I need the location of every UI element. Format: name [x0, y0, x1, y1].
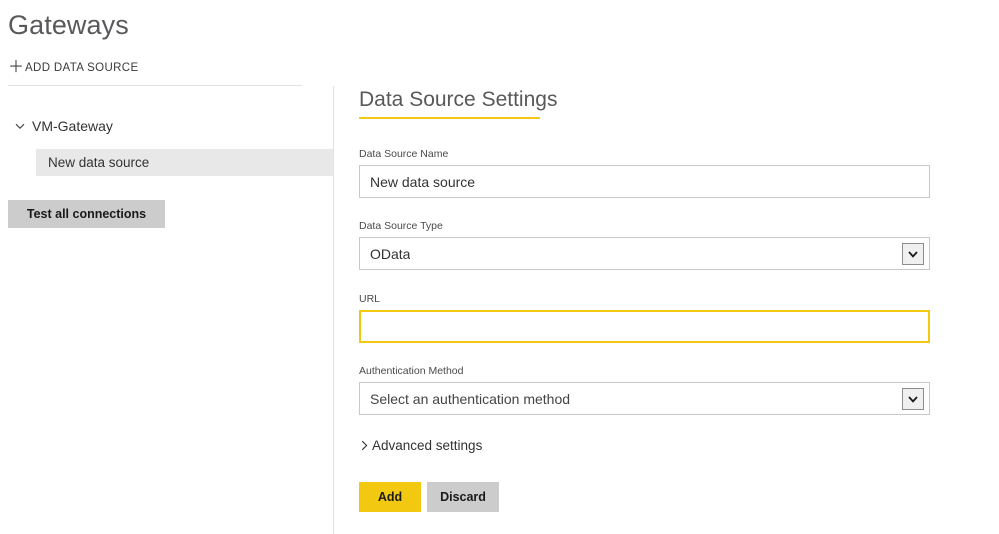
- settings-panel-title: Data Source Settings: [359, 88, 558, 111]
- field-url: URL: [359, 293, 930, 343]
- add-data-source-button[interactable]: ＋ ADD DATA SOURCE: [8, 60, 138, 76]
- data-source-type-label: Data Source Type: [359, 220, 443, 232]
- data-source-name-label: Data Source Name: [359, 148, 449, 160]
- data-source-type-value: OData: [370, 245, 411, 262]
- url-label: URL: [359, 293, 381, 305]
- field-authentication-method: Authentication Method Select an authenti…: [359, 365, 930, 415]
- add-data-source-label: ADD DATA SOURCE: [25, 62, 139, 74]
- data-source-settings-panel: Data Source Settings Data Source Name Da…: [334, 0, 999, 534]
- gateway-tree: VM-Gateway New data source: [0, 114, 333, 176]
- field-data-source-name: Data Source Name: [359, 148, 930, 198]
- data-source-type-dropdown[interactable]: OData: [359, 237, 930, 270]
- data-source-name-input[interactable]: [359, 165, 930, 198]
- page-title: Gateways: [8, 10, 129, 40]
- chevron-down-icon[interactable]: [902, 387, 924, 410]
- advanced-settings-label: Advanced settings: [372, 438, 483, 453]
- tree-group-label: VM-Gateway: [32, 118, 113, 134]
- field-data-source-type: Data Source Type OData: [359, 220, 930, 270]
- add-button[interactable]: Add: [359, 482, 421, 512]
- authentication-method-label: Authentication Method: [359, 365, 464, 377]
- form-actions: Add Discard: [359, 482, 499, 512]
- tree-item-label: New data source: [48, 155, 150, 170]
- url-input[interactable]: [359, 310, 930, 343]
- chevron-down-icon: [13, 119, 27, 133]
- authentication-method-value: Select an authentication method: [370, 390, 571, 407]
- chevron-right-icon: [359, 439, 370, 452]
- left-panel-divider: [8, 85, 302, 86]
- tree-group-vm-gateway[interactable]: VM-Gateway: [0, 114, 333, 138]
- advanced-settings-toggle[interactable]: Advanced settings: [359, 438, 482, 453]
- settings-title-underline: [359, 117, 540, 119]
- chevron-down-icon[interactable]: [902, 242, 924, 265]
- discard-button[interactable]: Discard: [427, 482, 499, 512]
- plus-icon: ＋: [8, 59, 25, 76]
- gateways-left-panel: Gateways ＋ ADD DATA SOURCE VM-Gateway Ne…: [0, 0, 333, 534]
- test-all-connections-button[interactable]: Test all connections: [8, 200, 165, 228]
- authentication-method-dropdown[interactable]: Select an authentication method: [359, 382, 930, 415]
- tree-item-new-data-source[interactable]: New data source: [36, 149, 333, 176]
